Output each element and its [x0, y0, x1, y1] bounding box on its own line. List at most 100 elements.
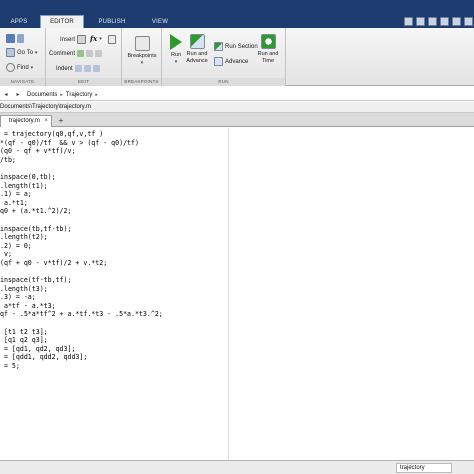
editor-tab-bar: trajectory.m × +	[0, 113, 474, 127]
code-line[interactable]	[0, 164, 163, 173]
tab-publish[interactable]: PUBLISH	[90, 17, 134, 28]
cut-icon[interactable]	[416, 17, 425, 26]
copy-icon[interactable]	[428, 17, 437, 26]
run-section-label: Run Section	[225, 43, 258, 50]
increase-indent-icon	[83, 65, 91, 72]
code-line[interactable]: = 5;	[0, 362, 163, 371]
quick-access-toolbar	[404, 17, 473, 27]
code-line[interactable]: qf - .5*a*tf^2 + a.*tf.*t3 - .5*a.*t3.^2…	[0, 310, 163, 319]
save-icon[interactable]	[404, 17, 413, 26]
right-text-margin	[228, 128, 229, 460]
code-line[interactable]: q0 + (a.*t1.^2)/2;	[0, 207, 163, 216]
indent-button[interactable]: Indent	[56, 65, 100, 72]
code-line[interactable]: .length(t3);	[0, 285, 163, 294]
goto-label: Go To	[17, 49, 33, 56]
code-line[interactable]: v;	[0, 250, 163, 259]
goto-button[interactable]: Go To ▾	[6, 48, 37, 57]
close-icon[interactable]: ×	[44, 116, 48, 127]
run-advance-icon	[189, 34, 205, 49]
find-button[interactable]: Find ▾	[6, 63, 33, 72]
forward-arrow-icon[interactable]: ▸	[12, 91, 24, 98]
code-line[interactable]: (qf + q0 - v*tf)/2 + v.*t2;	[0, 259, 163, 268]
code-line[interactable]: a.*t1;	[0, 199, 163, 208]
section-break-button[interactable]	[108, 35, 116, 44]
code-line[interactable]: /tb;	[0, 156, 163, 165]
code-line[interactable]: *(qf - q0)/tf && v > (qf - q0)/tf)	[0, 139, 163, 148]
file-path-bar: Documents\Trajectory\trajectory.m	[0, 102, 474, 113]
breakpoints-icon	[134, 36, 150, 51]
code-line[interactable]: (q0 - qf + v*tf)/v;	[0, 147, 163, 156]
tab-view[interactable]: VIEW	[140, 17, 180, 28]
fx-label: fx	[90, 34, 98, 43]
code-line[interactable]: [t1 t2 t3];	[0, 328, 163, 337]
address-bar[interactable]: ◂ ▸ Documents ▸ Trajectory ▸	[0, 89, 474, 101]
breakpoints-button[interactable]: Breakpoints ▾	[126, 36, 158, 66]
code-line[interactable]: .3) = -a;	[0, 293, 163, 302]
run-and-time-button[interactable]: Run and Time	[254, 34, 282, 64]
address-segment-documents[interactable]: Documents	[24, 92, 60, 98]
code-line[interactable]: [q1 q2 q3];	[0, 336, 163, 345]
chevron-down-icon: ▾	[140, 59, 144, 66]
comment-label: Comment	[49, 50, 76, 57]
code-line[interactable]: a*tf - a.*t3;	[0, 302, 163, 311]
comment-button[interactable]: Comment	[49, 50, 103, 57]
code-line[interactable]: inspace(tf-tb,tf);	[0, 276, 163, 285]
file-path-text: Documents\Trajectory\trajectory.m	[0, 104, 92, 110]
comment-icon	[77, 50, 85, 57]
tab-editor[interactable]: EDITOR	[40, 15, 84, 28]
code-editor[interactable]: = trajectory(q0,qf,v,tf ) *(qf - q0)/tf &…	[0, 128, 474, 460]
back-arrow-icon[interactable]: ◂	[0, 91, 12, 98]
insert-button[interactable]: Insert	[60, 35, 87, 44]
code-line[interactable]: .2) = 0;	[0, 242, 163, 251]
code-line[interactable]	[0, 268, 163, 277]
insert-icon	[77, 35, 87, 44]
chevron-down-icon: ▾	[99, 35, 102, 42]
address-segment-trajectory[interactable]: Trajectory	[63, 92, 95, 98]
tab-apps[interactable]: APPS	[4, 17, 34, 28]
run-and-advance-label-line2: Advance	[186, 57, 208, 64]
code-line[interactable]: .length(t1);	[0, 182, 163, 191]
run-and-advance-button[interactable]: Run and Advance	[182, 34, 212, 64]
status-bar: trajectory	[0, 460, 474, 474]
advance-icon	[214, 57, 223, 66]
code-line[interactable]: .1) = a;	[0, 190, 163, 199]
code-text[interactable]: = trajectory(q0,qf,v,tf ) *(qf - q0)/tf &…	[0, 130, 163, 371]
ribbon-tab-strip: APPS EDITOR PUBLISH VIEW	[0, 0, 474, 28]
paste-icon[interactable]	[440, 17, 449, 26]
function-name-box[interactable]: trajectory	[396, 463, 452, 473]
code-line[interactable]	[0, 216, 163, 225]
search-icon	[6, 63, 15, 72]
advance-button[interactable]: Advance	[214, 57, 248, 66]
editor-tab-trajectory[interactable]: trajectory.m ×	[0, 115, 52, 127]
edit-group: Insert fx ▾ Comment Indent EDIT	[46, 28, 122, 86]
code-line[interactable]: .length(t2);	[0, 233, 163, 242]
run-group: Run ▾ Run and Advance Run Section Advanc…	[162, 28, 286, 86]
indent-label: Indent	[56, 65, 73, 72]
run-section-button[interactable]: Run Section	[214, 42, 258, 51]
smart-indent-icon	[74, 65, 82, 72]
run-icon	[170, 34, 182, 50]
undo-icon[interactable]	[452, 17, 461, 26]
wrap-comments-icon	[95, 50, 103, 57]
chevron-right-icon: ▸	[95, 91, 98, 98]
code-line[interactable]: = trajectory(q0,qf,v,tf )	[0, 130, 163, 139]
new-tab-button[interactable]: +	[56, 115, 66, 126]
redo-icon[interactable]	[464, 17, 473, 26]
code-line[interactable]: = [qdd1, qdd2, qdd3];	[0, 353, 163, 362]
section-icon	[108, 35, 116, 44]
breakpoints-label: Breakpoints	[127, 53, 157, 59]
back-forward-buttons[interactable]	[6, 34, 24, 43]
find-label: Find	[17, 64, 29, 71]
run-and-time-label-line2: Time	[261, 57, 275, 64]
function-name-text: trajectory	[400, 465, 425, 471]
code-line[interactable]: = [qd1, qd2, qd3];	[0, 345, 163, 354]
code-line[interactable]	[0, 319, 163, 328]
run-section-icon	[214, 42, 223, 51]
code-line[interactable]: inspace(tb,tf-tb);	[0, 225, 163, 234]
code-line[interactable]: inspace(0,tb);	[0, 173, 163, 182]
breakpoints-group-label: BREAKPOINTS	[122, 78, 161, 86]
insert-function-button[interactable]: fx ▾	[90, 34, 102, 43]
stopwatch-icon	[260, 34, 276, 49]
ribbon-toolbar: Go To ▾ Find ▾ NAVIGATE Insert fx ▾ Comm…	[0, 28, 474, 86]
run-group-label: RUN	[162, 78, 285, 86]
